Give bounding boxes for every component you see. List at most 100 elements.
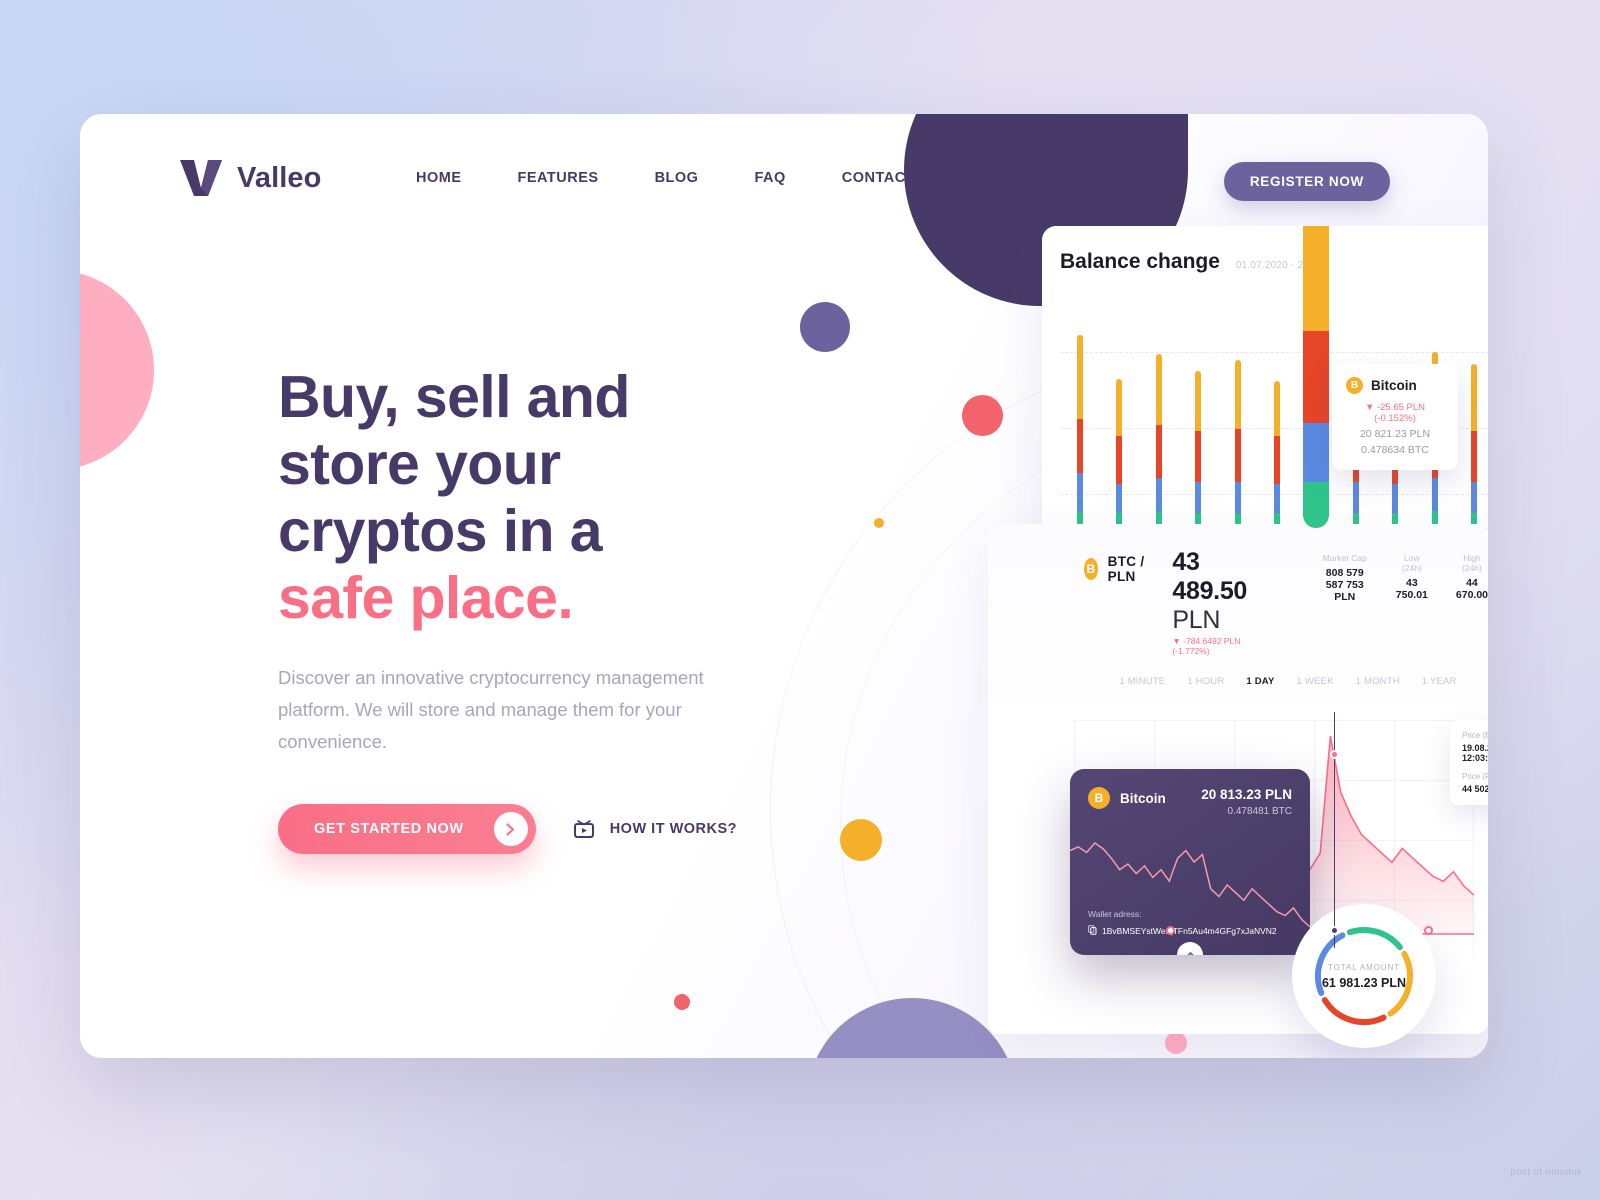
tv-play-icon [572,817,596,842]
valleo-v-logo-icon [178,158,224,198]
logo[interactable]: Valleo [178,158,321,198]
stat-high-24h: High (24h) 44 670.00 [1456,553,1488,603]
price-tooltip-key-1: Price (BTC) [1462,731,1488,740]
nav-item-faq[interactable]: FAQ [726,170,813,186]
bar-segment [1116,378,1123,436]
hero-subtitle: Discover an innovative cryptocurrency ma… [278,667,704,752]
bar-highlighted [1303,226,1330,528]
chart-axis-marker [1330,926,1339,935]
wallet-coin: B Bitcoin [1088,787,1166,809]
register-now-button[interactable]: REGISTER NOW [1223,162,1390,201]
bar-segment [1076,418,1083,474]
decorative-dot-purple [800,302,850,352]
chevron-up-icon [1185,946,1196,955]
total-amount-donut: TOTAL AMOUNT 61 981.23 PLN [1292,904,1436,1048]
decorative-dot-yellow [840,819,882,861]
bar-segment [1471,431,1478,482]
bar-segment [1116,483,1123,514]
bar-segment [1431,477,1438,512]
balance-tooltip: B Bitcoin ▼ -25.65 PLN (-0.152%) 20 821.… [1332,364,1458,470]
logo-text: Valleo [237,161,322,194]
timeframe-tabs: 1 MINUTE 1 HOUR 1 DAY 1 WEEK 1 MONTH 1 Y… [988,676,1488,687]
bitcoin-badge-icon: B [1084,558,1098,580]
tab-1-month[interactable]: 1 MONTH [1356,676,1400,687]
bar-column [1195,370,1202,529]
nav-item-blog[interactable]: BLOG [627,170,727,186]
bar-segment [1155,353,1162,426]
how-it-works-button[interactable]: HOW IT WORKS? [572,817,737,842]
donut-center-label: TOTAL AMOUNT 61 981.23 PLN [1322,963,1406,990]
decorative-dot-pink [1165,1032,1187,1054]
bar-column [1274,381,1280,528]
bar-segment [1274,483,1280,514]
price-delta: ▼ -784.6492 PLN (-1.772%) [1172,636,1241,656]
bar-segment [1155,425,1162,478]
wallet-address-label: Wallet adress: [1088,909,1142,919]
bar-segment [1195,481,1202,514]
nav-item-contact-us[interactable]: CONTACT US [814,170,969,186]
bitcoin-wallet-card: B Bitcoin 20 813.23 PLN 0.478481 BTC Wal… [1070,769,1310,955]
tab-1-week[interactable]: 1 WEEK [1297,676,1334,687]
bar-segment [1195,431,1202,482]
tab-1-minute[interactable]: 1 MINUTE [1119,676,1165,687]
price-tooltip-value-1: 19.08.2020 12:03:35 [1462,743,1488,763]
pair-label: BTC / PLN [1107,554,1145,584]
bar-column [1234,360,1241,528]
bar-segment [1234,429,1241,482]
donut-segment [1346,927,1403,951]
chart-axis-dot-left [1166,926,1175,935]
price-tooltip: Price (BTC) 19.08.2020 12:03:35 Price (P… [1450,720,1488,805]
bar-column [1116,378,1123,528]
bar-segment [1303,226,1330,331]
bar-segment [1076,334,1083,419]
page-title: Buy, sell and store your cryptos in a sa… [278,364,748,632]
chevron-right-icon [493,812,528,846]
bar-segment [1303,481,1330,528]
chart-axis-dot-right [1424,926,1433,935]
nav-item-home[interactable]: HOME [416,170,490,186]
nav-item-features[interactable]: FEATURES [490,170,627,186]
current-price: 43 489.50 PLN [1172,548,1279,635]
tab-1-year[interactable]: 1 YEAR [1422,676,1457,687]
price-currency: PLN [1172,606,1221,634]
decorative-dot-yellow-small [874,518,884,528]
stat-value: 43 750.01 [1395,577,1428,601]
bar-segment [1392,483,1399,514]
tab-1-hour[interactable]: 1 HOUR [1187,676,1224,687]
price-tooltip-key-2: Price (PLN) [1462,772,1488,781]
bar-segment [1076,473,1083,512]
bar-segment [1234,360,1241,430]
chart-crosshair [1334,712,1335,948]
bar-segment [1471,481,1478,514]
get-started-label: GET STARTED NOW [314,821,464,837]
tooltip-title-row: B Bitcoin [1346,377,1444,394]
bar-segment [1116,435,1123,484]
balance-panel-title: Balance change [1060,250,1220,273]
tooltip-value-pln: 20 821.23 PLN [1359,428,1431,440]
current-price-block: 43 489.50 PLN ▼ -784.6492 PLN (-1.772%) [1172,548,1279,656]
get-started-now-button[interactable]: GET STARTED NOW [278,804,536,854]
bitcoin-badge-icon: B [1088,787,1110,809]
balance-panel-header: Balance change 01.07.2020 - 2 [1042,226,1488,274]
tooltip-value-btc: 0.478634 BTC [1361,444,1429,456]
wallet-address-value: 1BvBMSEYstWetqTFn5Au4m4GFg7xJaNVN2 [1102,926,1277,936]
stat-key: Market Cap [1322,553,1367,563]
bar-segment [1274,435,1280,484]
bar-segment [1303,330,1330,423]
donut-segment [1321,997,1387,1025]
tab-1-day[interactable]: 1 DAY [1246,676,1274,687]
stat-key: Low (24h) [1401,553,1422,573]
watermark: post of nimaluk [1510,1167,1582,1178]
wallet-amount-btc: 0.478481 BTC [1227,806,1293,817]
copy-icon[interactable] [1088,925,1097,937]
tooltip-coin-name: Bitcoin [1371,378,1417,393]
wallet-collapse-toggle[interactable] [1177,942,1203,955]
balance-date-range: 01.07.2020 - 2 [1235,260,1304,271]
landing-card: Valleo HOME FEATURES BLOG FAQ CONTACT US… [80,114,1488,1058]
bar-segment [1303,422,1330,482]
hero-title-accent: safe place. [278,565,574,631]
hero-cta-row: GET STARTED NOW HOW IT WORKS? [278,804,748,854]
bar-segment [1352,481,1359,514]
bar-column [1471,364,1478,528]
tooltip-change: ▼ -25.65 PLN (-0.152%) [1364,402,1426,424]
